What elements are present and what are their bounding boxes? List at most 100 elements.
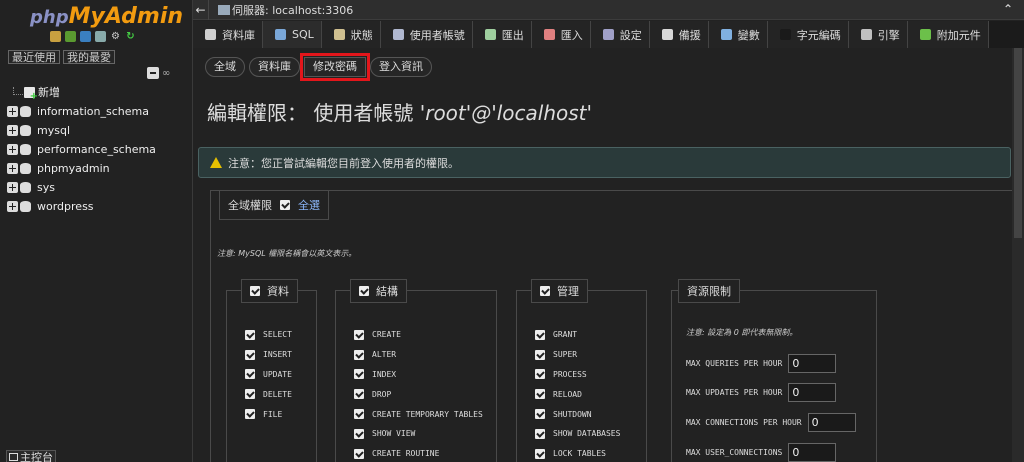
db-item-wordpress[interactable]: wordpress bbox=[7, 199, 94, 213]
nav-recent-favorites: 最近使用 我的最愛 bbox=[8, 50, 115, 64]
tab-status[interactable]: 狀態 bbox=[321, 21, 381, 48]
privilege-checkbox[interactable] bbox=[535, 409, 545, 420]
privilege-checkbox[interactable] bbox=[354, 329, 364, 340]
db-item-information-schema[interactable]: information_schema bbox=[7, 104, 149, 118]
privilege-select[interactable]: SELECT bbox=[245, 325, 292, 345]
favorites-tab[interactable]: 我的最愛 bbox=[63, 50, 115, 64]
expand-icon[interactable] bbox=[7, 162, 18, 174]
max-connections-input[interactable] bbox=[807, 413, 856, 432]
recent-tab[interactable]: 最近使用 bbox=[8, 50, 60, 64]
privilege-reload[interactable]: RELOAD bbox=[535, 384, 620, 404]
db-item-phpmyadmin[interactable]: phpmyadmin bbox=[7, 161, 110, 175]
expand-icon[interactable] bbox=[7, 124, 18, 136]
privilege-checkbox[interactable] bbox=[535, 428, 545, 439]
privilege-checkbox[interactable] bbox=[245, 389, 255, 400]
link-icon[interactable]: ∞ bbox=[162, 68, 170, 79]
expand-icon[interactable] bbox=[7, 105, 18, 117]
privilege-checkbox[interactable] bbox=[535, 389, 545, 400]
privilege-create-routine[interactable]: CREATE ROUTINE bbox=[354, 444, 483, 462]
documentation-icon[interactable] bbox=[95, 31, 106, 42]
privilege-checkbox[interactable] bbox=[245, 409, 255, 420]
privilege-checkbox[interactable] bbox=[354, 369, 364, 380]
privilege-create-temporary-tables[interactable]: CREATE TEMPORARY TABLES bbox=[354, 404, 483, 424]
select-all-link[interactable]: 全選 bbox=[298, 197, 320, 213]
subtab-change-password[interactable]: 修改密碼 bbox=[300, 53, 370, 81]
privilege-process[interactable]: PROCESS bbox=[535, 365, 620, 385]
db-item-sys[interactable]: sys bbox=[7, 180, 55, 194]
logout-icon[interactable] bbox=[65, 31, 76, 42]
privilege-show-databases[interactable]: SHOW DATABASES bbox=[535, 424, 620, 444]
subtab-global[interactable]: 全域 bbox=[205, 57, 245, 77]
import-icon bbox=[543, 29, 555, 40]
scrollbar[interactable] bbox=[1012, 48, 1024, 462]
privilege-checkbox[interactable] bbox=[245, 369, 255, 380]
tab-database[interactable]: 資料庫 bbox=[193, 21, 263, 48]
tab-charset[interactable]: 字元編碼 bbox=[767, 21, 849, 48]
privilege-drop[interactable]: DROP bbox=[354, 384, 483, 404]
tab-export[interactable]: 匯出 bbox=[472, 21, 532, 48]
privilege-checkbox[interactable] bbox=[535, 349, 545, 360]
privilege-alter[interactable]: ALTER bbox=[354, 345, 483, 365]
gear-icon[interactable]: ⚙ bbox=[110, 31, 121, 42]
back-arrow-icon[interactable]: ← bbox=[193, 0, 209, 20]
tab-sql[interactable]: SQL bbox=[263, 21, 322, 48]
privilege-update[interactable]: UPDATE bbox=[245, 365, 292, 385]
db-item-performance-schema[interactable]: performance_schema bbox=[7, 142, 156, 156]
privilege-lock-tables[interactable]: LOCK TABLES bbox=[535, 444, 620, 462]
privilege-checkbox[interactable] bbox=[535, 369, 545, 380]
privilege-insert[interactable]: INSERT bbox=[245, 345, 292, 365]
new-database-item[interactable]: 新增 bbox=[24, 84, 60, 102]
admin-group-checkbox[interactable] bbox=[540, 286, 550, 296]
tab-import[interactable]: 匯入 bbox=[531, 21, 591, 48]
subtab-database[interactable]: 資料庫 bbox=[249, 57, 300, 77]
tab-replication[interactable]: 備援 bbox=[649, 21, 709, 48]
privilege-checkbox[interactable] bbox=[354, 448, 364, 459]
privilege-checkbox[interactable] bbox=[535, 448, 545, 459]
privilege-index[interactable]: INDEX bbox=[354, 365, 483, 385]
database-icon bbox=[205, 29, 216, 40]
scrollbar-thumb[interactable] bbox=[1014, 48, 1022, 238]
privilege-file[interactable]: FILE bbox=[245, 404, 292, 424]
privilege-checkbox[interactable] bbox=[535, 329, 545, 340]
collapse-menu-icon[interactable]: ⌃ bbox=[1003, 2, 1013, 16]
home-icon[interactable] bbox=[50, 31, 61, 42]
privilege-shutdown[interactable]: SHUTDOWN bbox=[535, 404, 620, 424]
privilege-show-view[interactable]: SHOW VIEW bbox=[354, 424, 483, 444]
max-user-connections-input[interactable] bbox=[788, 443, 837, 462]
privilege-checkbox[interactable] bbox=[354, 349, 364, 360]
expand-icon[interactable] bbox=[7, 143, 18, 155]
server-breadcrumb[interactable]: 伺服器: localhost:3306 bbox=[232, 2, 353, 18]
database-icon bbox=[20, 181, 31, 193]
privilege-checkbox[interactable] bbox=[245, 349, 255, 360]
privilege-super[interactable]: SUPER bbox=[535, 345, 620, 365]
privilege-checkbox[interactable] bbox=[245, 329, 255, 340]
privilege-delete[interactable]: DELETE bbox=[245, 384, 292, 404]
db-item-mysql[interactable]: mysql bbox=[7, 123, 70, 137]
tab-wrench[interactable]: 設定 bbox=[590, 21, 650, 48]
limit-row-max-updates: MAX UPDATES PER HOUR bbox=[686, 383, 837, 402]
tab-plugin[interactable]: 附加元件 bbox=[907, 21, 989, 48]
expand-icon[interactable] bbox=[7, 181, 18, 193]
select-all-checkbox[interactable] bbox=[280, 200, 290, 210]
privilege-checkbox[interactable] bbox=[354, 409, 364, 420]
privilege-checkbox[interactable] bbox=[354, 389, 364, 400]
resource-limits-note: 注意: 設定為 0 即代表無限制。 bbox=[686, 328, 798, 337]
privilege-create[interactable]: CREATE bbox=[354, 325, 483, 345]
tab-engine[interactable]: 引擎 bbox=[848, 21, 908, 48]
structure-group-checkbox[interactable] bbox=[359, 286, 369, 296]
expand-icon[interactable] bbox=[7, 200, 18, 212]
phpmyadmin-logo[interactable]: phpMyAdmin bbox=[30, 4, 183, 30]
collapse-all-icon[interactable] bbox=[147, 67, 159, 79]
privilege-grant[interactable]: GRANT bbox=[535, 325, 620, 345]
privilege-checkbox[interactable] bbox=[354, 428, 364, 439]
max-updates-input[interactable] bbox=[788, 383, 837, 402]
data-group-checkbox[interactable] bbox=[250, 286, 260, 296]
reload-icon[interactable]: ↻ bbox=[125, 31, 136, 42]
tab-variables[interactable]: 變數 bbox=[708, 21, 768, 48]
help-icon[interactable] bbox=[80, 31, 91, 42]
console-toggle[interactable]: 主控台 bbox=[6, 450, 56, 462]
max-queries-input[interactable] bbox=[788, 354, 837, 373]
tab-users[interactable]: 使用者帳號 bbox=[380, 21, 473, 48]
subtab-login-info[interactable]: 登入資訊 bbox=[370, 57, 432, 77]
limit-row-max-connections: MAX CONNECTIONS PER HOUR bbox=[686, 413, 856, 432]
